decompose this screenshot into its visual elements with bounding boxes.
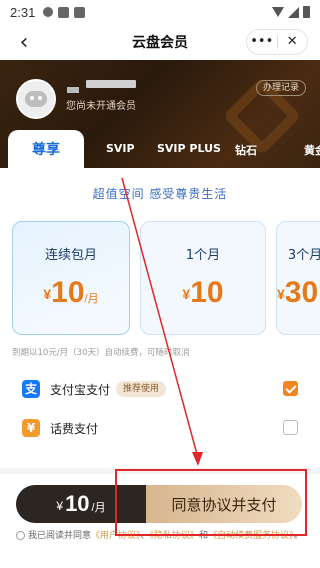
plan-currency: ¥ <box>277 286 285 302</box>
plan-price: ¥10 <box>141 276 265 310</box>
records-button[interactable]: 办理记录 <box>255 80 306 96</box>
back-button[interactable]: ‹ <box>10 28 38 56</box>
payment-option-alipay[interactable]: 支 支付宝支付 推荐使用 <box>12 372 308 406</box>
app-icon <box>74 6 86 18</box>
close-button[interactable]: ✕ <box>278 30 308 54</box>
battery-icon <box>303 6 310 18</box>
agreement-radio[interactable] <box>16 531 25 540</box>
tab-zunxiang[interactable]: 尊享 <box>8 130 84 168</box>
payment-option-phone-bill[interactable]: ¥ 话费支付 <box>12 411 308 445</box>
tab-svip-plus[interactable]: SVIP PLUS <box>157 142 221 155</box>
status-bar: 2:31 <box>0 0 320 24</box>
plan-price: ¥30 <box>277 276 320 310</box>
signal-icon <box>288 6 299 18</box>
amount-unit: /月 <box>91 502 106 514</box>
alipay-icon: 支 <box>22 380 40 398</box>
plan-card-1-month[interactable]: 1个月 ¥10 <box>140 221 266 335</box>
notification-icon <box>43 7 54 17</box>
main-panel: 超值空间 感受尊贵生活 连续包月 ¥10/月 1个月 ¥10 3个月 ¥30 到… <box>0 168 320 468</box>
nav-bar: ‹ 云盘会员 ••• ✕ <box>0 24 320 60</box>
status-time: 2:31 <box>10 4 36 20</box>
plan-subtitle: 超值空间 感受尊贵生活 <box>92 187 228 201</box>
tab-svip[interactable]: SVIP <box>106 142 135 155</box>
phone-bill-checkbox[interactable] <box>283 420 298 435</box>
image-icon <box>58 6 70 18</box>
membership-tabs: 尊享 SVIP SVIP PLUS 钻石 黄金 <box>0 130 320 168</box>
plan-price-value: 30 <box>284 276 319 309</box>
member-status: 您尚未开通会员 <box>66 101 136 112</box>
recommended-badge: 推荐使用 <box>116 381 167 397</box>
plan-card-monthly-auto[interactable]: 连续包月 ¥10/月 <box>12 221 130 335</box>
avatar[interactable] <box>16 79 56 119</box>
username-redacted-mark <box>67 87 79 93</box>
chevron-left-icon: ‹ <box>19 29 29 55</box>
more-button[interactable]: ••• <box>247 30 277 54</box>
page-title: 云盘会员 <box>132 35 188 51</box>
username-redacted <box>86 80 136 88</box>
plan-price: ¥10/月 <box>13 276 129 310</box>
avatar-icon <box>25 91 47 107</box>
phone-bill-icon: ¥ <box>22 419 40 437</box>
alipay-checkbox[interactable] <box>283 381 298 396</box>
tab-diamond[interactable]: 钻石 <box>235 142 257 158</box>
mini-program-capsule: ••• ✕ <box>246 29 308 55</box>
agreement-prefix: 我已阅读并同意 <box>28 531 92 541</box>
plan-name: 1个月 <box>185 248 221 263</box>
plan-name: 连续包月 <box>44 248 97 263</box>
auto-renew-note: 到期以10元/月（30天）自动续费，可随时取消 <box>12 348 190 358</box>
payment-label: 支付宝支付 <box>50 383 111 397</box>
plan-name: 3个月 <box>287 248 320 263</box>
plan-card-3-month[interactable]: 3个月 ¥30 <box>276 221 320 335</box>
plan-currency: ¥ <box>43 286 52 302</box>
amount-currency: ¥ <box>56 499 64 513</box>
amount-value: 10 <box>65 491 90 516</box>
tab-gold[interactable]: 黄金 <box>304 142 320 158</box>
plan-price-value: 10 <box>51 276 85 309</box>
payment-label: 话费支付 <box>50 422 99 436</box>
plan-price-value: 10 <box>190 276 224 309</box>
wifi-icon <box>272 7 284 17</box>
plan-price-unit: /月 <box>84 293 99 305</box>
annotation-highlight-box <box>115 469 307 536</box>
